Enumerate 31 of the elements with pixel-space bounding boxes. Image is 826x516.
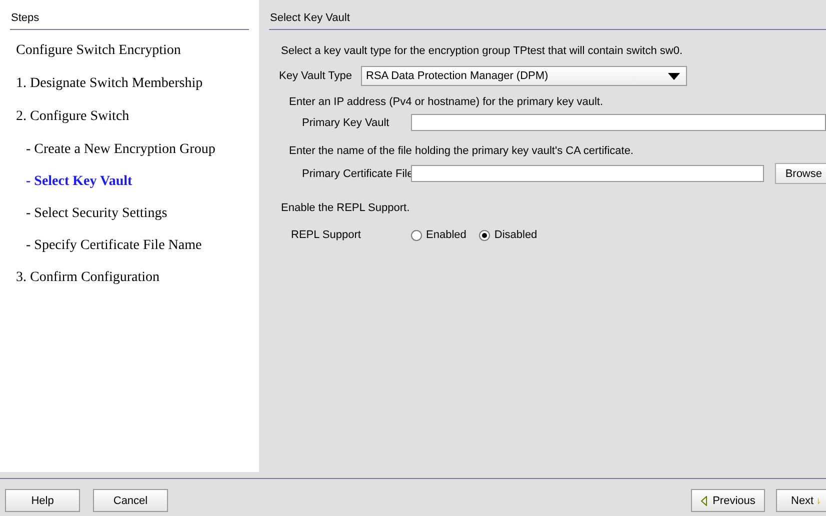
step-item: 1. Designate Switch Membership <box>15 76 204 92</box>
step-item: - Select Key Vault <box>25 174 134 190</box>
footer-button[interactable]: Cancel <box>93 489 168 512</box>
primary-key-vault-field[interactable] <box>411 114 826 131</box>
field-label: Key Vault Type <box>278 70 353 82</box>
radio-button[interactable] <box>479 230 490 240</box>
step-item: - Select Security Settings <box>25 206 168 222</box>
instruction-text: Enter the name of the file holding the primary key vault's CA certificate. <box>288 145 634 157</box>
field-label: Primary Key Vault <box>301 116 390 128</box>
primary-certificate-field[interactable] <box>411 165 764 182</box>
instruction-text: Enter an IP address (Pv4 or hostname) for the primary key vault. <box>288 96 604 108</box>
left-arrow-icon <box>700 496 707 506</box>
step-item: Configure Switch Encryption <box>15 43 182 59</box>
step-item: 3. Confirm Configuration <box>15 270 160 286</box>
dropdown-arrow-icon <box>668 72 680 80</box>
step-item: 2. Configure Switch <box>15 109 130 125</box>
panel-title: Steps <box>10 12 249 30</box>
next-button[interactable]: Next <box>776 489 826 512</box>
key-vault-type-dropdown[interactable]: RSA Data Protection Manager (DPM) <box>361 66 687 86</box>
instruction-text: Enable the REPL Support. <box>280 202 411 214</box>
radio-label: Disabled <box>494 229 538 241</box>
step-item: - Specify Certificate File Name <box>25 238 203 254</box>
step-item: - Create a New Encryption Group <box>25 142 216 158</box>
radio-label: Enabled <box>426 229 466 241</box>
field-label: REPL Support <box>290 229 362 241</box>
panel-title: Select Key Vault <box>269 12 826 30</box>
footer-button[interactable]: Help <box>5 489 80 512</box>
previous-button[interactable]: Previous <box>691 489 765 512</box>
instruction-text: Select a key vault type for the encryption group TPtest that will contain switch sw0. <box>280 45 684 57</box>
browse-button[interactable]: Browse <box>775 163 826 184</box>
radio-button[interactable] <box>411 230 422 240</box>
